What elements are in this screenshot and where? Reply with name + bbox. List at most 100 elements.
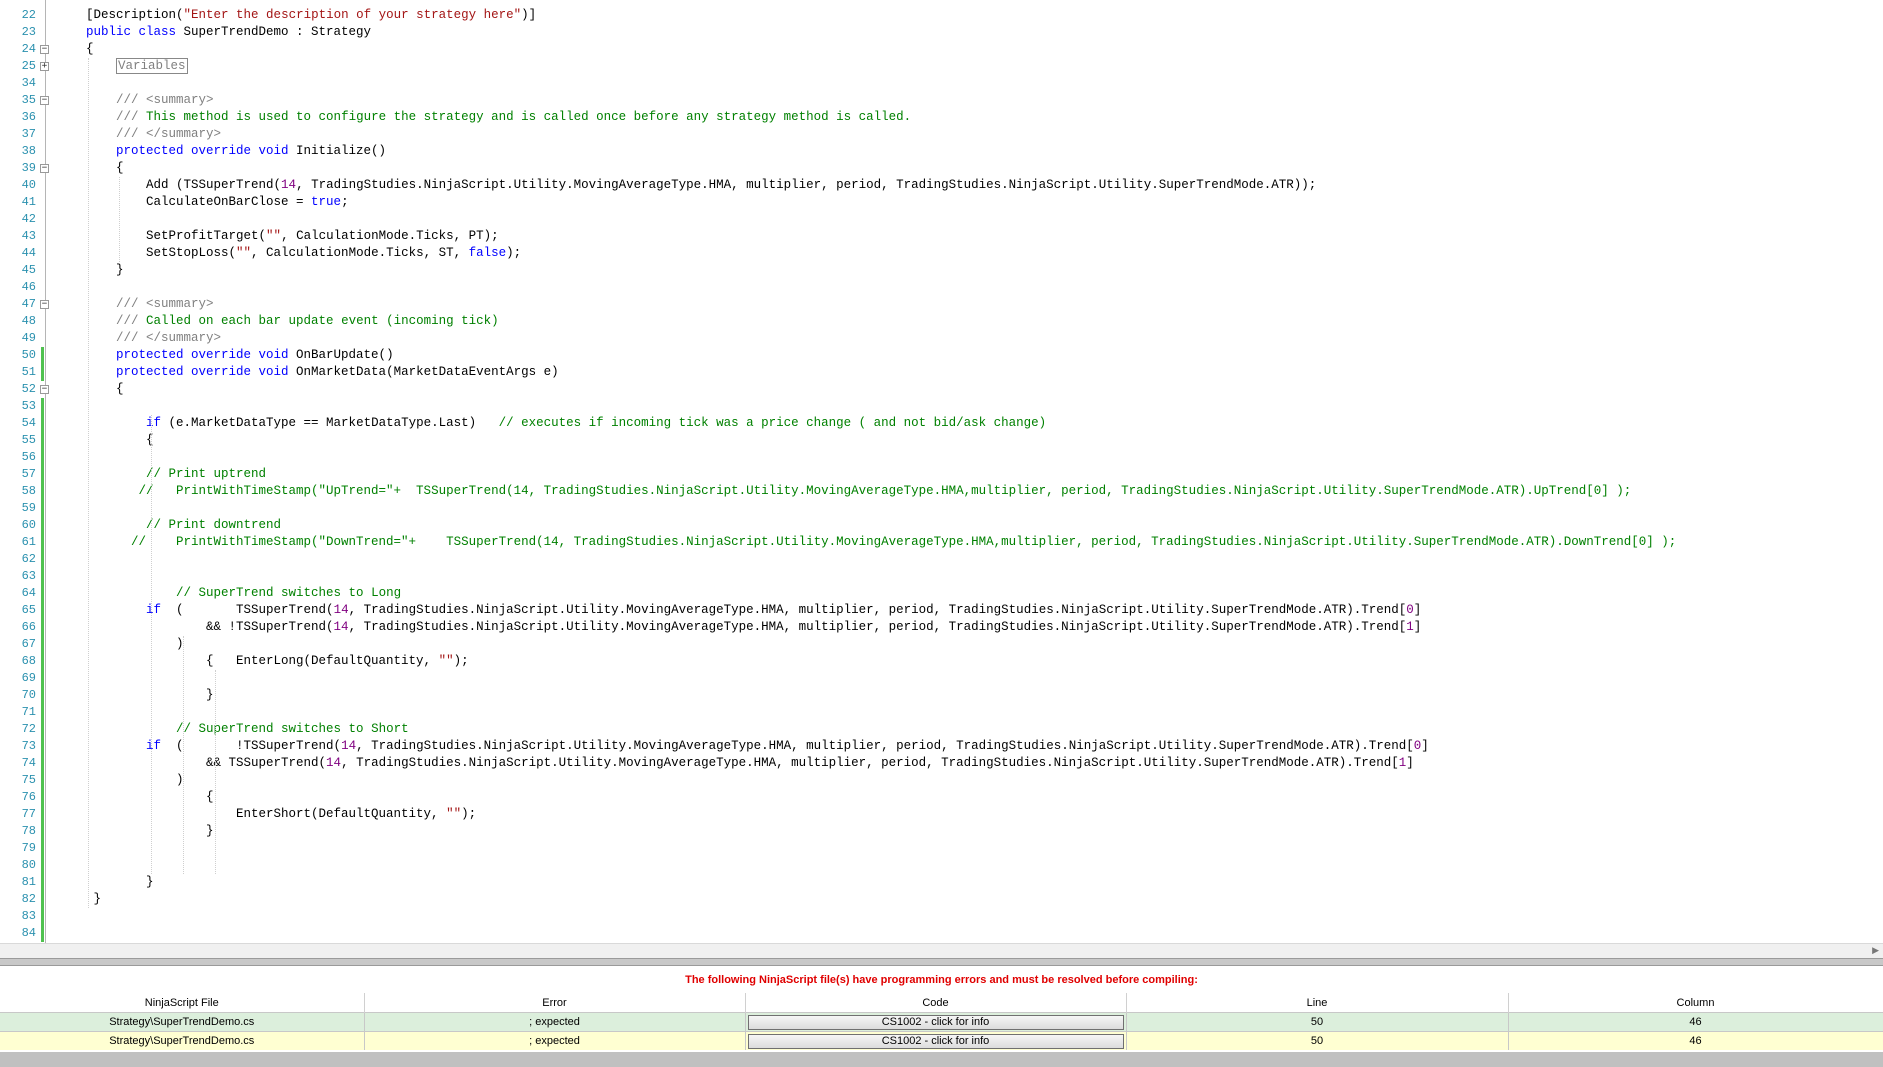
- code-line[interactable]: 40 Add (TSSuperTrend(14, TradingStudies.…: [0, 177, 1883, 194]
- code-line[interactable]: 66 && !TSSuperTrend(14, TradingStudies.N…: [0, 619, 1883, 636]
- code-line[interactable]: 84: [0, 925, 1883, 942]
- code-line[interactable]: 77 EnterShort(DefaultQuantity, "");: [0, 806, 1883, 823]
- code-line[interactable]: 73 if ( !TSSuperTrend(14, TradingStudies…: [0, 738, 1883, 755]
- line-number: 65: [21, 603, 36, 617]
- code-text: /// This method is used to configure the…: [116, 110, 912, 124]
- code-line[interactable]: 64 // SuperTrend switches to Long: [0, 585, 1883, 602]
- error-code-button[interactable]: CS1002 - click for info: [747, 1014, 1124, 1030]
- code-text: // PrintWithTimeStamp("DownTrend="+ TSSu…: [131, 535, 1677, 549]
- code-line[interactable]: 79: [0, 840, 1883, 857]
- code-line[interactable]: 54 if (e.MarketDataType == MarketDataTyp…: [0, 415, 1883, 432]
- code-text: [Description("Enter the description of y…: [86, 8, 537, 22]
- line-number: 57: [21, 467, 36, 481]
- panel-splitter[interactable]: [0, 958, 1883, 966]
- code-text: Add (TSSuperTrend(14, TradingStudies.Nin…: [56, 178, 1317, 192]
- code-line[interactable]: 62: [0, 551, 1883, 568]
- collapse-icon[interactable]: −: [40, 300, 49, 309]
- code-line[interactable]: 41 CalculateOnBarClose = true;: [0, 194, 1883, 211]
- column-header-code[interactable]: Code: [745, 993, 1127, 1013]
- code-line[interactable]: 50 protected override void OnBarUpdate(): [0, 347, 1883, 364]
- code-line[interactable]: 80: [0, 857, 1883, 874]
- collapse-icon[interactable]: −: [40, 385, 49, 394]
- line-number: 60: [21, 518, 36, 532]
- code-line[interactable]: 67 ): [0, 636, 1883, 653]
- code-line[interactable]: 61 // PrintWithTimeStamp("DownTrend="+ T…: [0, 534, 1883, 551]
- code-line[interactable]: 48 /// Called on each bar update event (…: [0, 313, 1883, 330]
- line-number: 40: [21, 178, 36, 192]
- line-number: 36: [21, 110, 36, 124]
- code-line[interactable]: 55 {: [0, 432, 1883, 449]
- code-text: }: [56, 892, 102, 906]
- collapse-icon[interactable]: −: [40, 96, 49, 105]
- code-text: // SuperTrend switches to Long: [176, 586, 402, 600]
- code-line[interactable]: 70 }: [0, 687, 1883, 704]
- line-number: 80: [21, 858, 36, 872]
- expand-icon[interactable]: +: [40, 62, 49, 71]
- code-line[interactable]: 39− {: [0, 160, 1883, 177]
- code-line[interactable]: 53: [0, 398, 1883, 415]
- code-line[interactable]: 72 // SuperTrend switches to Short: [0, 721, 1883, 738]
- code-line[interactable]: 23 public class SuperTrendDemo : Strateg…: [0, 24, 1883, 41]
- code-line[interactable]: 74 && TSSuperTrend(14, TradingStudies.Ni…: [0, 755, 1883, 772]
- code-line[interactable]: 65 if ( TSSuperTrend(14, TradingStudies.…: [0, 602, 1883, 619]
- code-line[interactable]: 43 SetProfitTarget("", CalculationMode.T…: [0, 228, 1883, 245]
- code-line[interactable]: 75 ): [0, 772, 1883, 789]
- code-line[interactable]: 71: [0, 704, 1883, 721]
- code-text: Variables: [56, 58, 188, 75]
- code-line[interactable]: 34: [0, 75, 1883, 92]
- code-line[interactable]: 36 /// This method is used to configure …: [0, 109, 1883, 126]
- code-line[interactable]: 63: [0, 568, 1883, 585]
- error-row[interactable]: Strategy\SuperTrendDemo.cs ; expected CS…: [0, 1031, 1883, 1050]
- code-line[interactable]: 82 }: [0, 891, 1883, 908]
- scroll-right-icon[interactable]: ▶: [1872, 945, 1879, 956]
- code-line[interactable]: 45 }: [0, 262, 1883, 279]
- code-text: {: [56, 433, 154, 447]
- code-line[interactable]: 47− /// <summary>: [0, 296, 1883, 313]
- code-line[interactable]: 25 + Variables: [0, 58, 1883, 75]
- code-text: }: [56, 824, 214, 838]
- line-number: 44: [21, 246, 36, 260]
- line-number: 37: [21, 127, 36, 141]
- column-header-line[interactable]: Line: [1126, 993, 1509, 1013]
- collapse-icon[interactable]: −: [40, 45, 49, 54]
- code-line[interactable]: 69: [0, 670, 1883, 687]
- code-line[interactable]: 38 protected override void Initialize(): [0, 143, 1883, 160]
- code-line[interactable]: 52− {: [0, 381, 1883, 398]
- code-text: }: [56, 875, 154, 889]
- code-line[interactable]: 46: [0, 279, 1883, 296]
- code-editor[interactable]: 22 [Description("Enter the description o…: [0, 0, 1883, 943]
- code-line[interactable]: 59: [0, 500, 1883, 517]
- code-line[interactable]: 42: [0, 211, 1883, 228]
- error-row[interactable]: Strategy\SuperTrendDemo.cs ; expected CS…: [0, 1012, 1883, 1032]
- code-line[interactable]: 35− /// <summary>: [0, 92, 1883, 109]
- column-header-error[interactable]: Error: [364, 993, 746, 1013]
- code-line[interactable]: 78 }: [0, 823, 1883, 840]
- code-line[interactable]: 58 // PrintWithTimeStamp("UpTrend="+ TSS…: [0, 483, 1883, 500]
- collapsed-region[interactable]: Variables: [116, 58, 188, 74]
- code-line[interactable]: 22 [Description("Enter the description o…: [0, 7, 1883, 24]
- error-code-cell: CS1002 - click for info: [745, 1031, 1127, 1050]
- code-line[interactable]: 81 }: [0, 874, 1883, 891]
- code-line[interactable]: 76 {: [0, 789, 1883, 806]
- code-line[interactable]: 37 /// </summary>: [0, 126, 1883, 143]
- horizontal-scrollbar[interactable]: ▶: [0, 943, 1883, 958]
- code-line[interactable]: 24− {: [0, 41, 1883, 58]
- code-line[interactable]: 49 /// </summary>: [0, 330, 1883, 347]
- code-line[interactable]: 83: [0, 908, 1883, 925]
- column-header-column[interactable]: Column: [1508, 993, 1883, 1013]
- indent-guide: [151, 415, 152, 874]
- code-line[interactable]: 44 SetStopLoss("", CalculationMode.Ticks…: [0, 245, 1883, 262]
- indent-guide: [88, 58, 89, 908]
- code-line[interactable]: 51 protected override void OnMarketData(…: [0, 364, 1883, 381]
- collapse-icon[interactable]: −: [40, 164, 49, 173]
- line-number: 43: [21, 229, 36, 243]
- error-column: 46: [1508, 1012, 1883, 1032]
- error-code-button[interactable]: CS1002 - click for info: [747, 1033, 1124, 1049]
- code-line[interactable]: 68 { EnterLong(DefaultQuantity, "");: [0, 653, 1883, 670]
- code-line[interactable]: 57 // Print uptrend: [0, 466, 1883, 483]
- code-text: && !TSSuperTrend(14, TradingStudies.Ninj…: [56, 620, 1422, 634]
- column-header-file[interactable]: NinjaScript File: [0, 993, 365, 1013]
- code-text: /// <summary>: [116, 93, 214, 107]
- code-line[interactable]: 60 // Print downtrend: [0, 517, 1883, 534]
- code-line[interactable]: 56: [0, 449, 1883, 466]
